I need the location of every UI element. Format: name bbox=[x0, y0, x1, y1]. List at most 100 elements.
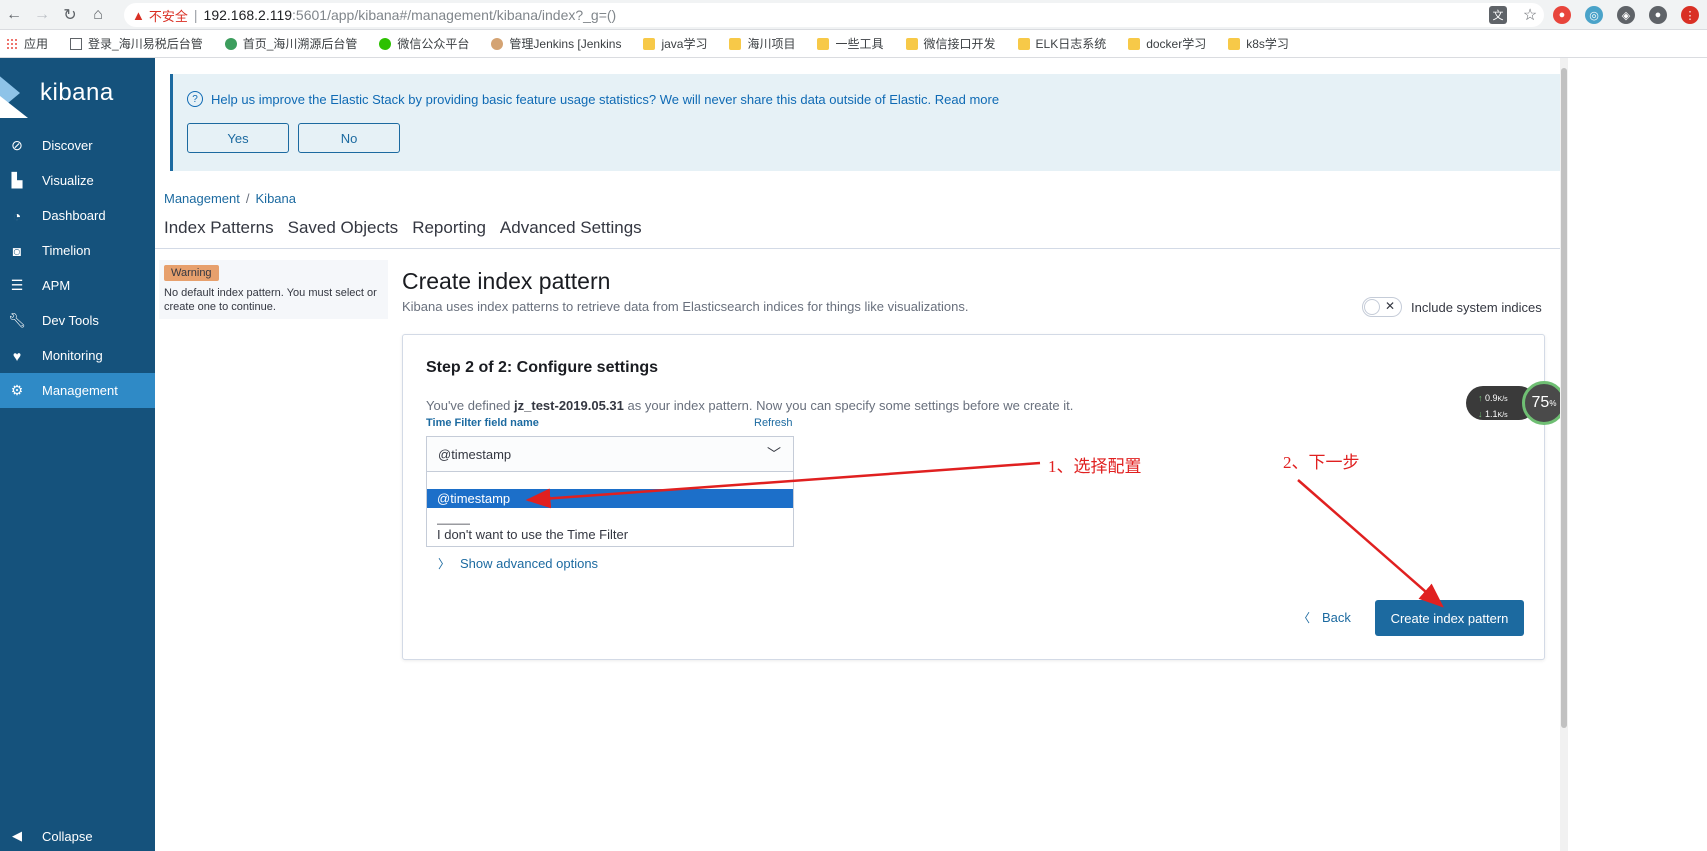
annotation-step1: 1、选择配置 bbox=[1048, 457, 1142, 476]
configure-settings-card: Step 2 of 2: Configure settings You've d… bbox=[402, 334, 1545, 660]
sidebar-item-discover[interactable]: ⊘ Discover bbox=[0, 128, 155, 163]
apm-icon: ☰ bbox=[10, 277, 24, 293]
page-icon bbox=[70, 37, 83, 50]
time-filter-select[interactable]: @timestamp ﹀ bbox=[426, 436, 794, 472]
close-icon: ✕ bbox=[1384, 299, 1395, 313]
url-host: 192.168.2.119 bbox=[203, 7, 293, 23]
download-arrow-icon: ↓ bbox=[1478, 409, 1486, 419]
dashboard-icon: ◔ bbox=[12, 207, 22, 224]
telemetry-banner: ? Help us improve the Elastic Stack by p… bbox=[170, 74, 1560, 171]
bookmarks-bar: 应用 登录_海川易税后台管 首页_海川溯源后台管 微信公众平台 管理Jenkin… bbox=[0, 30, 1707, 58]
back-arrow-icon[interactable]: ← bbox=[0, 1, 28, 29]
banner-message: ? Help us improve the Elastic Stack by p… bbox=[187, 91, 999, 107]
bookmark-item[interactable]: 管理Jenkins [Jenkins bbox=[491, 35, 621, 52]
management-tabs: Index Patterns Saved Objects Reporting A… bbox=[164, 218, 642, 238]
bookmark-item[interactable]: 应用 bbox=[6, 35, 48, 52]
bookmark-item[interactable]: 登录_海川易税后台管 bbox=[70, 35, 203, 52]
breadcrumb-kibana[interactable]: Kibana bbox=[256, 191, 296, 206]
breadcrumb-management[interactable]: Management bbox=[164, 191, 240, 206]
warning-text: No default index pattern. You must selec… bbox=[164, 287, 377, 313]
scrollbar-thumb[interactable] bbox=[1561, 68, 1567, 728]
bookmark-item[interactable]: 微信公众平台 bbox=[379, 35, 469, 52]
folder-icon bbox=[643, 37, 656, 50]
create-index-pattern-button[interactable]: Create index pattern bbox=[1375, 600, 1524, 636]
network-speed-widget: ↑ 0.9K/s ↓ 1.1K/s 75% bbox=[1466, 381, 1566, 425]
page-title: Create index pattern bbox=[402, 268, 611, 294]
chevron-down-icon: ﹀ bbox=[767, 446, 781, 462]
tabs-divider bbox=[155, 248, 1560, 249]
warning-badge: Warning bbox=[164, 265, 219, 281]
sidebar-item-management[interactable]: ⚙ Management bbox=[0, 373, 155, 408]
bookmark-star-icon[interactable]: ☆ bbox=[1521, 6, 1539, 24]
include-system-indices-toggle[interactable]: ✕ bbox=[1362, 297, 1402, 317]
annotation-step2: 2、下一步 bbox=[1283, 453, 1360, 472]
home-icon[interactable]: ⌂ bbox=[84, 1, 112, 29]
bookmark-item[interactable]: k8s学习 bbox=[1228, 35, 1289, 52]
bookmark-item[interactable]: 首页_海川溯源后台管 bbox=[224, 35, 357, 52]
question-icon: ? bbox=[187, 91, 203, 107]
step-description: You've defined jz_test-2019.05.31 as you… bbox=[426, 398, 1074, 413]
bookmark-item[interactable]: 微信接口开发 bbox=[905, 35, 996, 52]
sidebar-item-apm[interactable]: ☰ APM bbox=[0, 268, 155, 303]
sidebar-item-monitoring[interactable]: ♥ Monitoring bbox=[0, 338, 155, 373]
back-button[interactable]: 〈 Back bbox=[1298, 609, 1351, 626]
folder-icon bbox=[1228, 37, 1241, 50]
time-filter-label: Time Filter field name bbox=[426, 417, 539, 429]
bar-chart-icon: ▙ bbox=[11, 172, 23, 188]
page-scrollbar[interactable] bbox=[1560, 58, 1568, 851]
extension-shield-icon[interactable]: ◈ bbox=[1617, 6, 1635, 24]
option-timestamp[interactable]: @timestamp bbox=[427, 489, 793, 508]
tab-advanced-settings[interactable]: Advanced Settings bbox=[500, 218, 642, 238]
upload-arrow-icon: ↑ bbox=[1478, 393, 1486, 403]
menu-icon[interactable]: ⋮ bbox=[1681, 6, 1699, 24]
bookmark-item[interactable]: 一些工具 bbox=[817, 35, 884, 52]
folder-icon bbox=[729, 37, 742, 50]
gear-icon: ⚙ bbox=[10, 382, 24, 398]
kibana-logo-icon bbox=[0, 68, 30, 118]
sidebar-item-visualize[interactable]: ▙ Visualize bbox=[0, 163, 155, 198]
site-icon bbox=[224, 37, 237, 50]
kibana-logo[interactable]: kibana bbox=[0, 58, 155, 128]
heartbeat-icon: ♥ bbox=[12, 347, 22, 364]
bookmark-item[interactable]: 海川项目 bbox=[729, 35, 795, 52]
show-advanced-options[interactable]: 〉 Show advanced options bbox=[438, 555, 598, 572]
collapse-icon: ◀ bbox=[12, 828, 22, 843]
address-bar[interactable]: ▲ 不安全 | 192.168.2.119 :5601/app/kibana#/… bbox=[124, 3, 1544, 27]
page-subtitle: Kibana uses index patterns to retrieve d… bbox=[402, 299, 969, 314]
toggle-knob bbox=[1364, 299, 1380, 315]
chevron-right-icon: 〉 bbox=[438, 557, 451, 571]
banner-yes-button[interactable]: Yes bbox=[187, 123, 289, 153]
profile-icon[interactable]: ● bbox=[1649, 6, 1667, 24]
breadcrumb: Management / Kibana bbox=[164, 191, 296, 206]
jenkins-icon bbox=[491, 37, 504, 50]
sidebar-item-timelion[interactable]: ◙ Timelion bbox=[0, 233, 155, 268]
forward-arrow-icon[interactable]: → bbox=[28, 1, 56, 29]
browser-toolbar: ← → ↻ ⌂ ▲ 不安全 | 192.168.2.119 :5601/app/… bbox=[0, 0, 1707, 30]
tab-index-patterns[interactable]: Index Patterns bbox=[164, 218, 274, 238]
timelion-icon: ◙ bbox=[12, 242, 22, 259]
adblock-icon[interactable]: ● bbox=[1553, 6, 1571, 24]
translate-icon[interactable]: 文 bbox=[1489, 6, 1507, 24]
url-path: :5601/app/kibana#/management/kibana/inde… bbox=[292, 7, 617, 23]
refresh-link[interactable]: Refresh bbox=[754, 417, 793, 429]
tab-reporting[interactable]: Reporting bbox=[412, 218, 486, 238]
sidebar-item-dashboard[interactable]: ◔ Dashboard bbox=[0, 198, 155, 233]
folder-icon bbox=[1017, 37, 1030, 50]
apps-icon bbox=[6, 37, 18, 50]
bookmark-item[interactable]: java学习 bbox=[643, 35, 707, 52]
step-title: Step 2 of 2: Configure settings bbox=[426, 359, 659, 376]
sidebar-item-dev-tools[interactable]: 🔧︎ Dev Tools bbox=[0, 303, 155, 338]
reload-icon[interactable]: ↻ bbox=[56, 1, 84, 29]
warning-triangle-icon: ▲ bbox=[132, 7, 145, 23]
banner-no-button[interactable]: No bbox=[298, 123, 400, 153]
bookmark-item[interactable]: ELK日志系统 bbox=[1017, 35, 1106, 52]
bookmark-item[interactable]: docker学习 bbox=[1128, 35, 1206, 52]
extension-circle-icon[interactable]: ◎ bbox=[1585, 6, 1603, 24]
index-pattern-name: jz_test-2019.05.31 bbox=[514, 398, 624, 413]
option-no-time-filter[interactable]: I don't want to use the Time Filter bbox=[427, 525, 793, 544]
sidebar-collapse-button[interactable]: ◀ Collapse bbox=[0, 821, 155, 851]
chevron-left-icon: 〈 bbox=[1298, 611, 1311, 625]
include-system-indices-label: Include system indices bbox=[1411, 300, 1542, 315]
tab-saved-objects[interactable]: Saved Objects bbox=[288, 218, 399, 238]
kibana-sidebar: kibana ⊘ Discover ▙ Visualize ◔ Dashboard ◙… bbox=[0, 58, 155, 851]
